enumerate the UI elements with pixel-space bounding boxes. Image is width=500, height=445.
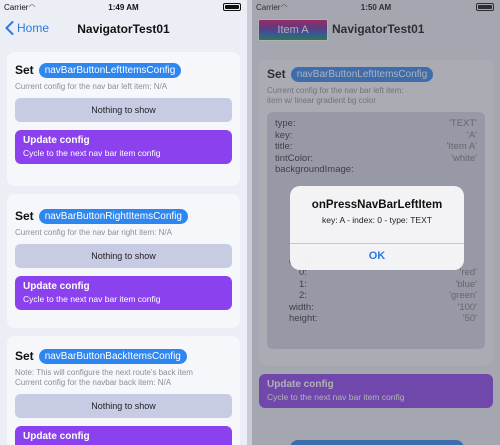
set-label: Set [15, 63, 34, 77]
config-card-back-items: Set navBarButtonBackItemsConfig Note: Th… [7, 336, 240, 445]
update-config-button[interactable]: Update config Cycle to the next nav bar … [15, 130, 232, 164]
left-phone: Carrier ◠ 1:49 AM Home NavigatorTest01 S… [0, 0, 247, 445]
screenshot-root: Carrier ◠ 1:49 AM Home NavigatorTest01 S… [0, 0, 500, 445]
set-row: Set navBarButtonBackItemsConfig [15, 346, 232, 366]
set-row: Set navBarButtonLeftItemsConfig [15, 60, 232, 80]
battery-icon [223, 3, 241, 11]
alert-dialog: onPressNavBarLeftItem key: A - index: 0 … [290, 186, 464, 270]
alert-message: key: A - index: 0 - type: TEXT [322, 215, 432, 225]
config-description: Current config for the nav bar left item… [15, 82, 168, 91]
config-description: Current config for the nav bar right ite… [15, 228, 172, 237]
nav-title: NavigatorTest01 [77, 22, 170, 36]
right-phone: Carrier ◠ 1:50 AM Item A NavigatorTest01… [252, 0, 500, 445]
navigation-bar: Home NavigatorTest01 [0, 14, 247, 44]
scroll-content[interactable]: Set navBarButtonLeftItemsConfig Current … [0, 44, 247, 445]
alert-title: onPressNavBarLeftItem [311, 199, 443, 211]
status-bar: Carrier ◠ 1:49 AM [0, 0, 247, 14]
config-card-right-items: Set navBarButtonRightItemsConfig Current… [7, 194, 240, 328]
alert-ok-button[interactable]: OK [290, 243, 464, 270]
status-time: 1:49 AM [108, 3, 139, 12]
nothing-to-show-box: Nothing to show [15, 98, 232, 122]
config-note: Note: This will configure the next route… [15, 368, 193, 377]
update-config-subtitle: Cycle to the next nav bar item config [23, 294, 161, 304]
update-config-title: Update config [23, 281, 90, 292]
update-config-button[interactable]: Update config Cycle to the next nav bar … [15, 276, 232, 310]
config-key-pill: navBarButtonLeftItemsConfig [38, 62, 182, 78]
set-row: Set navBarButtonRightItemsConfig [15, 206, 232, 226]
set-label: Set [15, 349, 34, 363]
update-config-title: Update config [23, 431, 90, 442]
nothing-to-show-box: Nothing to show [15, 394, 232, 418]
set-label: Set [15, 209, 34, 223]
update-config-subtitle: Cycle to the next nav bar item config [23, 148, 161, 158]
nothing-to-show-box: Nothing to show [15, 244, 232, 268]
config-key-pill: navBarButtonRightItemsConfig [38, 208, 188, 224]
update-config-title: Update config [23, 135, 90, 146]
config-description: Current config for the navbar back item:… [15, 378, 172, 387]
update-config-button[interactable]: Update config [15, 426, 232, 445]
config-key-pill: navBarButtonBackItemsConfig [38, 348, 187, 364]
config-card-left-items: Set navBarButtonLeftItemsConfig Current … [7, 52, 240, 186]
